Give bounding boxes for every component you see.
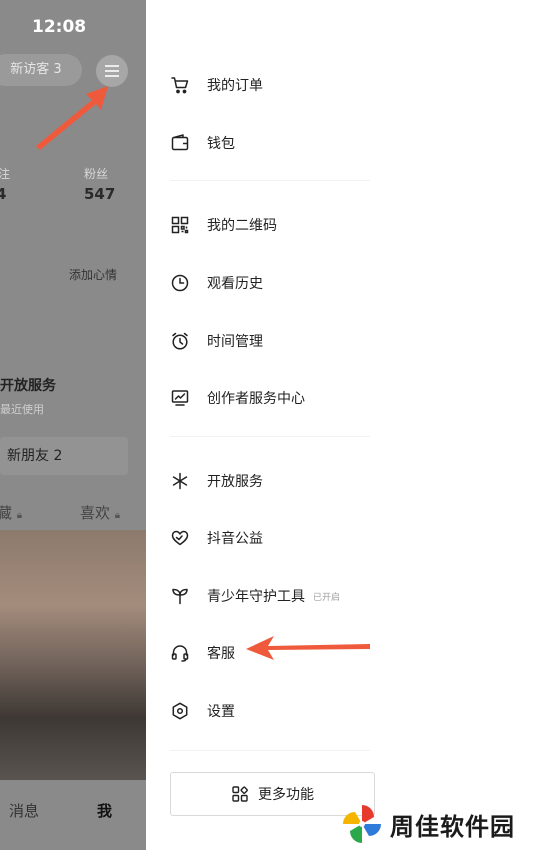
menu-item-open-services[interactable]: 开放服务 [170, 466, 390, 496]
stat-value-fans: 547 [84, 185, 116, 203]
menu-divider [170, 436, 370, 437]
menu-item-qr-code[interactable]: 我的二维码 [170, 210, 390, 240]
open-service-subtitle: 最近使用 [0, 403, 44, 416]
lock-icon: 🔒︎ [114, 510, 121, 521]
heart-hand-icon [171, 530, 189, 546]
menu-divider [170, 180, 370, 181]
menu-item-label: 抖音公益 [207, 531, 263, 547]
watermark-logo: 周佳软件园 [340, 802, 515, 846]
blurred-video-thumbnail[interactable] [0, 530, 146, 780]
menu-item-label: 我的二维码 [207, 218, 277, 234]
visitors-label: 新访客 3 [10, 62, 62, 77]
hexagon-settings-icon [172, 702, 188, 720]
lock-icon: 🔒︎ [16, 510, 23, 521]
open-service-title: 开放服务 [0, 378, 56, 394]
status-time: 12:08 [32, 17, 87, 37]
menu-item-settings[interactable]: 设置 [170, 696, 390, 726]
menu-item-label: 客服 [207, 646, 235, 662]
menu-item-watch-history[interactable]: 观看历史 [170, 268, 390, 298]
menu-line-icon [105, 65, 119, 67]
menu-item-charity[interactable]: 抖音公益 [170, 523, 390, 553]
watermark-text: 周佳软件园 [390, 812, 515, 841]
clock-icon [171, 274, 189, 292]
annotation-arrow-icon [36, 86, 108, 150]
tab-likes[interactable]: 喜欢 🔒︎ [80, 502, 120, 523]
side-menu-drawer: 我的订单 钱包 我的二维码 观看历史 时间管理 创作者服务中心 开放服务 抖音公… [146, 0, 534, 850]
menu-item-label: 钱包 [207, 136, 235, 152]
headset-icon [171, 645, 189, 662]
sparkle-icon [172, 472, 188, 490]
stat-label-following: 注 [0, 167, 11, 181]
menu-item-label: 时间管理 [207, 334, 263, 350]
menu-item-label: 创作者服务中心 [207, 391, 305, 407]
nav-messages[interactable]: 消息 [9, 800, 39, 821]
menu-line-icon [105, 70, 119, 72]
stat-value-following: 4 [0, 185, 7, 203]
alarm-icon [172, 332, 188, 350]
tab-favorites[interactable]: 藏 🔒︎ [0, 502, 22, 523]
menu-item-label: 开放服务 [207, 474, 263, 490]
menu-item-label: 青少年守护工具 [207, 589, 305, 605]
menu-item-label: 设置 [207, 704, 235, 720]
wallet-icon [171, 134, 189, 151]
stat-label-fans: 粉丝 [84, 167, 109, 181]
menu-item-youth-protection[interactable]: 青少年守护工具 已开启 [170, 581, 390, 611]
nav-me[interactable]: 我 [97, 800, 112, 821]
menu-item-label: 观看历史 [207, 276, 263, 292]
menu-item-orders[interactable]: 我的订单 [170, 70, 390, 100]
qr-code-icon [171, 216, 189, 234]
menu-item-label: 我的订单 [207, 78, 263, 94]
grid-apps-icon [232, 786, 248, 802]
sprout-icon [172, 588, 188, 605]
menu-item-time-management[interactable]: 时间管理 [170, 326, 390, 356]
tab-favorites-label: 藏 [0, 504, 13, 522]
annotation-arrow-icon [246, 636, 370, 660]
pinwheel-logo-icon [343, 805, 381, 843]
status-badge: 已开启 [313, 592, 341, 603]
menu-item-wallet[interactable]: 钱包 [170, 128, 390, 158]
new-friends-bar[interactable]: 新朋友 2 [0, 437, 128, 475]
add-mood-button[interactable]: 添加心情 [69, 266, 117, 283]
menu-item-creator-center[interactable]: 创作者服务中心 [170, 383, 390, 413]
new-friends-label: 新朋友 2 [7, 448, 63, 464]
tab-likes-label: 喜欢 [80, 504, 111, 522]
menu-line-icon [105, 75, 119, 77]
more-features-label: 更多功能 [258, 787, 314, 803]
monitor-chart-icon [171, 390, 189, 406]
menu-divider [170, 750, 370, 751]
cart-icon [171, 77, 189, 94]
